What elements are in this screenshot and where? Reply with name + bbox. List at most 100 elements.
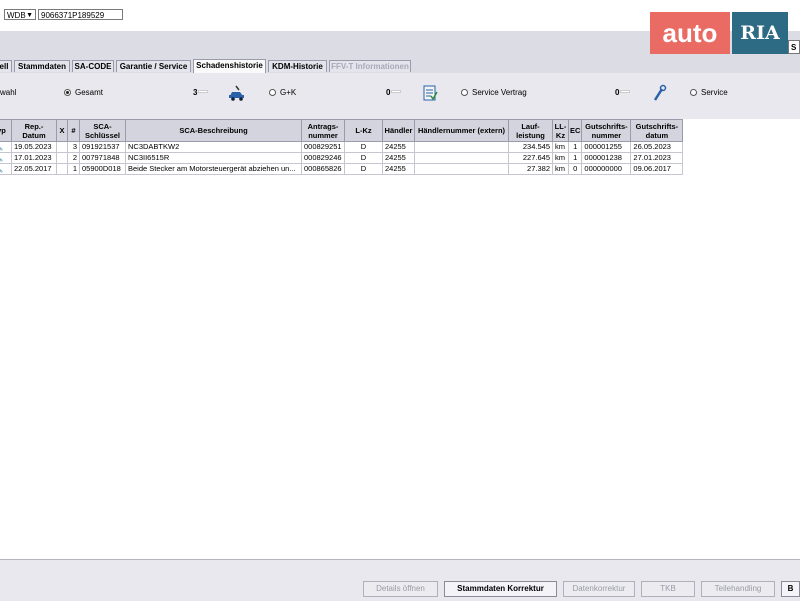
wrench-icon (653, 84, 667, 101)
column-header-sca-beschreibung[interactable]: SCA-Beschreibung (125, 119, 302, 142)
cell-haendlernummer-extern (414, 163, 509, 175)
car-wrench-icon (229, 85, 244, 101)
cell-gutschriftsnummer: 000001255 (581, 141, 632, 153)
cell-l-kz: D (344, 141, 383, 153)
cell-x (56, 141, 68, 153)
cell-sca-schluessel: 091921537 (79, 141, 126, 153)
cell-laufleistung: 227.645 (508, 152, 553, 164)
column-header-l-kz[interactable]: L-Kz (344, 119, 383, 142)
tab-kdm-historie[interactable]: KDM-Historie (268, 60, 327, 72)
column-header-ll-kz[interactable]: LL-Kz (552, 119, 569, 142)
cell-antragsnummer: 000865826 (301, 163, 345, 175)
radio-gk[interactable] (269, 89, 276, 96)
column-header-rep-datum[interactable]: Rep.-Datum (11, 119, 57, 142)
cell-sca-schluessel: 05900D018 (79, 163, 126, 175)
cell-antragsnummer: 000829246 (301, 152, 345, 164)
radio-gesamt[interactable] (64, 89, 71, 96)
cell-x (56, 163, 68, 175)
tab-garantie-service[interactable]: Garantie / Service (116, 60, 191, 72)
cell-gutschriftsnummer: 000001238 (581, 152, 632, 164)
cell-sca-beschreibung: NC3II6515R (125, 152, 302, 164)
row-type-icon: 🔧 (0, 152, 12, 164)
cell-sca-schluessel: 007971848 (79, 152, 126, 164)
column-header-x[interactable]: X (56, 119, 68, 142)
damage-history-table: yp Rep.-Datum X # SCA-Schlüssel SCA-Besc… (0, 119, 684, 175)
tab-modell[interactable]: ell (0, 60, 12, 72)
filter-label: wahl (0, 88, 17, 97)
tab-sa-code[interactable]: SA-CODE (72, 60, 114, 72)
tab-stammdaten[interactable]: Stammdaten (14, 60, 70, 72)
column-header-gutschriftsdatum[interactable]: Gutschrifts-datum (630, 119, 684, 142)
count-gesamt: 3 (193, 88, 198, 97)
column-header-nr[interactable]: # (67, 119, 80, 142)
datenkorrektur-button[interactable]: Datenkorrektur (563, 581, 635, 597)
cell-gutschriftsdatum: 27.01.2023 (630, 152, 684, 164)
teilehandling-button[interactable]: Teilehandling (701, 581, 775, 597)
cell-haendlernummer-extern (414, 141, 509, 153)
column-header-typ[interactable]: yp (0, 119, 12, 142)
cell-gutschriftsdatum: 26.05.2023 (630, 141, 684, 153)
table-row[interactable]: 🔧 19.05.2023 3 091921537 NC3DABTKW2 0008… (0, 141, 684, 153)
tab-bar: ell Stammdaten SA-CODE Garantie / Servic… (0, 59, 800, 74)
count-service-vertrag: 0 (615, 88, 620, 97)
column-header-haendler[interactable]: Händler (382, 119, 415, 142)
cell-haendler: 24255 (382, 141, 415, 153)
chevron-down-icon: ▼ (26, 12, 33, 19)
option-label-service: Service (701, 88, 728, 97)
column-header-sca-schluessel[interactable]: SCA-Schlüssel (79, 119, 126, 142)
cell-haendlernummer-extern (414, 152, 509, 164)
search-button[interactable]: S (788, 40, 800, 54)
cell-ec: 0 (567, 163, 583, 175)
tab-schadenshistorie[interactable]: Schadenshistorie (193, 59, 266, 73)
details-oeffnen-button[interactable]: Details öffnen (363, 581, 438, 597)
table-row[interactable]: 🔧 22.05.2017 1 05900D018 Beide Stecker a… (0, 163, 684, 175)
cell-sca-beschreibung: NC3DABTKW2 (125, 141, 302, 153)
tkb-button[interactable]: TKB (641, 581, 695, 597)
damage-history-table-area: yp Rep.-Datum X # SCA-Schlüssel SCA-Besc… (0, 119, 800, 559)
cell-rep-datum: 19.05.2023 (11, 141, 57, 153)
count-bar-gk (391, 90, 401, 93)
column-header-laufleistung[interactable]: Lauf-leistung (508, 119, 553, 142)
column-header-gutschriftsnummer[interactable]: Gutschrifts-nummer (581, 119, 632, 142)
cell-l-kz: D (344, 152, 383, 164)
cell-rep-datum: 22.05.2017 (11, 163, 57, 175)
stammdaten-korrektur-button[interactable]: Stammdaten Korrektur (444, 581, 557, 597)
cell-gutschriftsdatum: 09.06.2017 (630, 163, 684, 175)
radio-service-vertrag[interactable] (461, 89, 468, 96)
column-header-haendlernummer-extern[interactable]: Händlernummer (extern) (414, 119, 509, 142)
option-label-service-vertrag: Service Vertrag (472, 88, 527, 97)
vin-prefix-select[interactable]: WDB ▼ (4, 9, 36, 20)
cell-sca-beschreibung: Beide Stecker am Motorsteuergerät abzieh… (125, 163, 302, 175)
cell-nr: 3 (67, 141, 80, 153)
row-type-icon: 🔧 (0, 141, 12, 153)
watermark-part-auto: auto (650, 12, 730, 54)
cell-laufleistung: 234.545 (508, 141, 553, 153)
count-bar-gesamt (198, 90, 208, 93)
cell-laufleistung: 27.382 (508, 163, 553, 175)
cell-rep-datum: 17.01.2023 (11, 152, 57, 164)
cell-nr: 2 (67, 152, 80, 164)
count-bar-service-vertrag (620, 90, 630, 93)
vin-input[interactable]: 9066371P189529 (38, 9, 123, 20)
option-label-gesamt: Gesamt (75, 88, 104, 97)
column-header-ec[interactable]: EC (567, 119, 583, 142)
cell-ec: 1 (567, 141, 583, 153)
cell-nr: 1 (67, 163, 80, 175)
cell-antragsnummer: 000829251 (301, 141, 345, 153)
cell-ll-kz: km (552, 163, 569, 175)
filter-band: wahl Gesamt 3 G+K 0 Service Vertrag 0 Se… (0, 73, 800, 119)
cell-haendler: 24255 (382, 163, 415, 175)
watermark-logo: auto RIA (650, 12, 788, 54)
radio-service[interactable] (690, 89, 697, 96)
truncated-button[interactable]: B (781, 581, 800, 597)
table-row[interactable]: 🔧 17.01.2023 2 007971848 NC3II6515R 0008… (0, 152, 684, 164)
watermark-part-ria: RIA (732, 12, 788, 54)
column-header-antragsnummer[interactable]: Antrags-nummer (301, 119, 345, 142)
option-label-gk: G+K (280, 88, 297, 97)
vin-value: 9066371P189529 (41, 11, 105, 20)
vin-prefix-value: WDB (7, 11, 26, 20)
bottom-toolbar: Details öffnen Stammdaten Korrektur Date… (0, 559, 800, 601)
cell-gutschriftsnummer: 000000000 (581, 163, 632, 175)
cell-ll-kz: km (552, 141, 569, 153)
row-type-icon: 🔧 (0, 163, 12, 175)
